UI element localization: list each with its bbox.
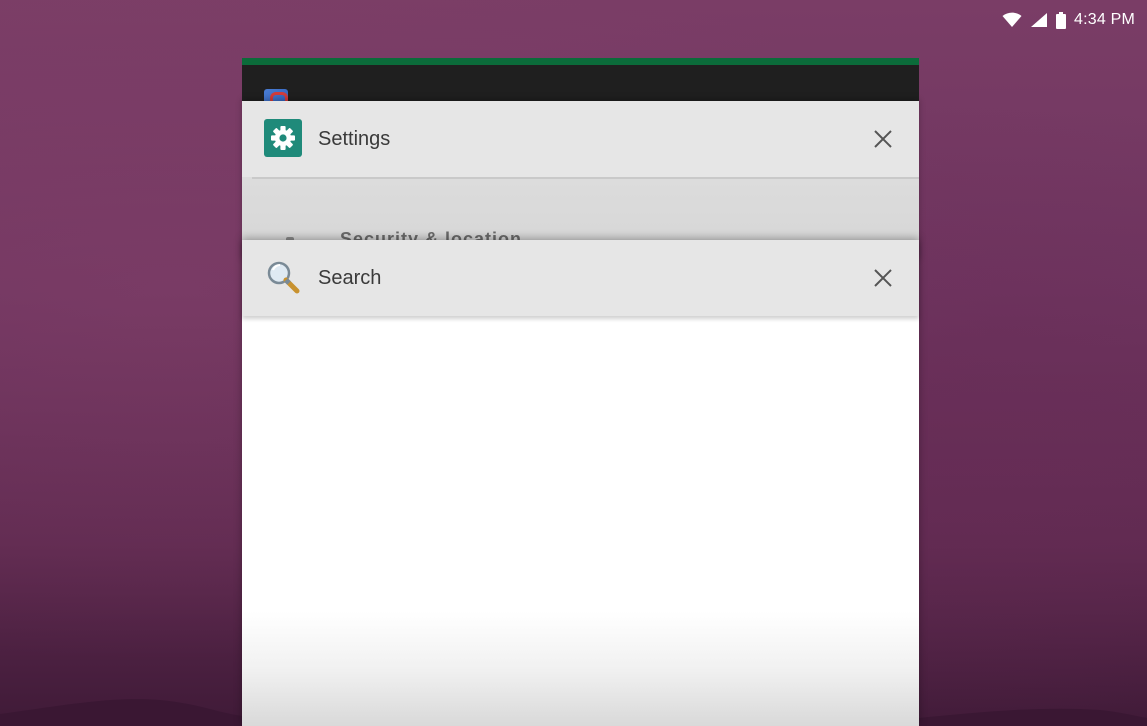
status-clock: 4:34 PM	[1074, 11, 1135, 28]
search-card-preview	[242, 316, 919, 726]
card-header-search: Search	[242, 240, 919, 316]
recents-screen: 4:34 PM Settings Security & location Sea…	[0, 0, 1147, 726]
recent-app-card-settings[interactable]: Settings Security & location	[242, 101, 919, 261]
close-icon[interactable]	[871, 127, 895, 151]
status-bar: 4:34 PM	[1002, 0, 1147, 40]
card-header-settings: Settings	[242, 101, 919, 177]
recent-app-card-search[interactable]: Search	[242, 240, 919, 726]
gear-icon	[264, 119, 302, 157]
battery-icon	[1056, 11, 1066, 29]
close-icon[interactable]	[871, 266, 895, 290]
divider	[252, 177, 919, 179]
wifi-icon	[1002, 12, 1022, 28]
cell-signal-icon	[1030, 12, 1048, 28]
magnifier-icon	[264, 258, 302, 296]
card-title-search: Search	[318, 266, 382, 289]
card-title-settings: Settings	[318, 127, 391, 150]
